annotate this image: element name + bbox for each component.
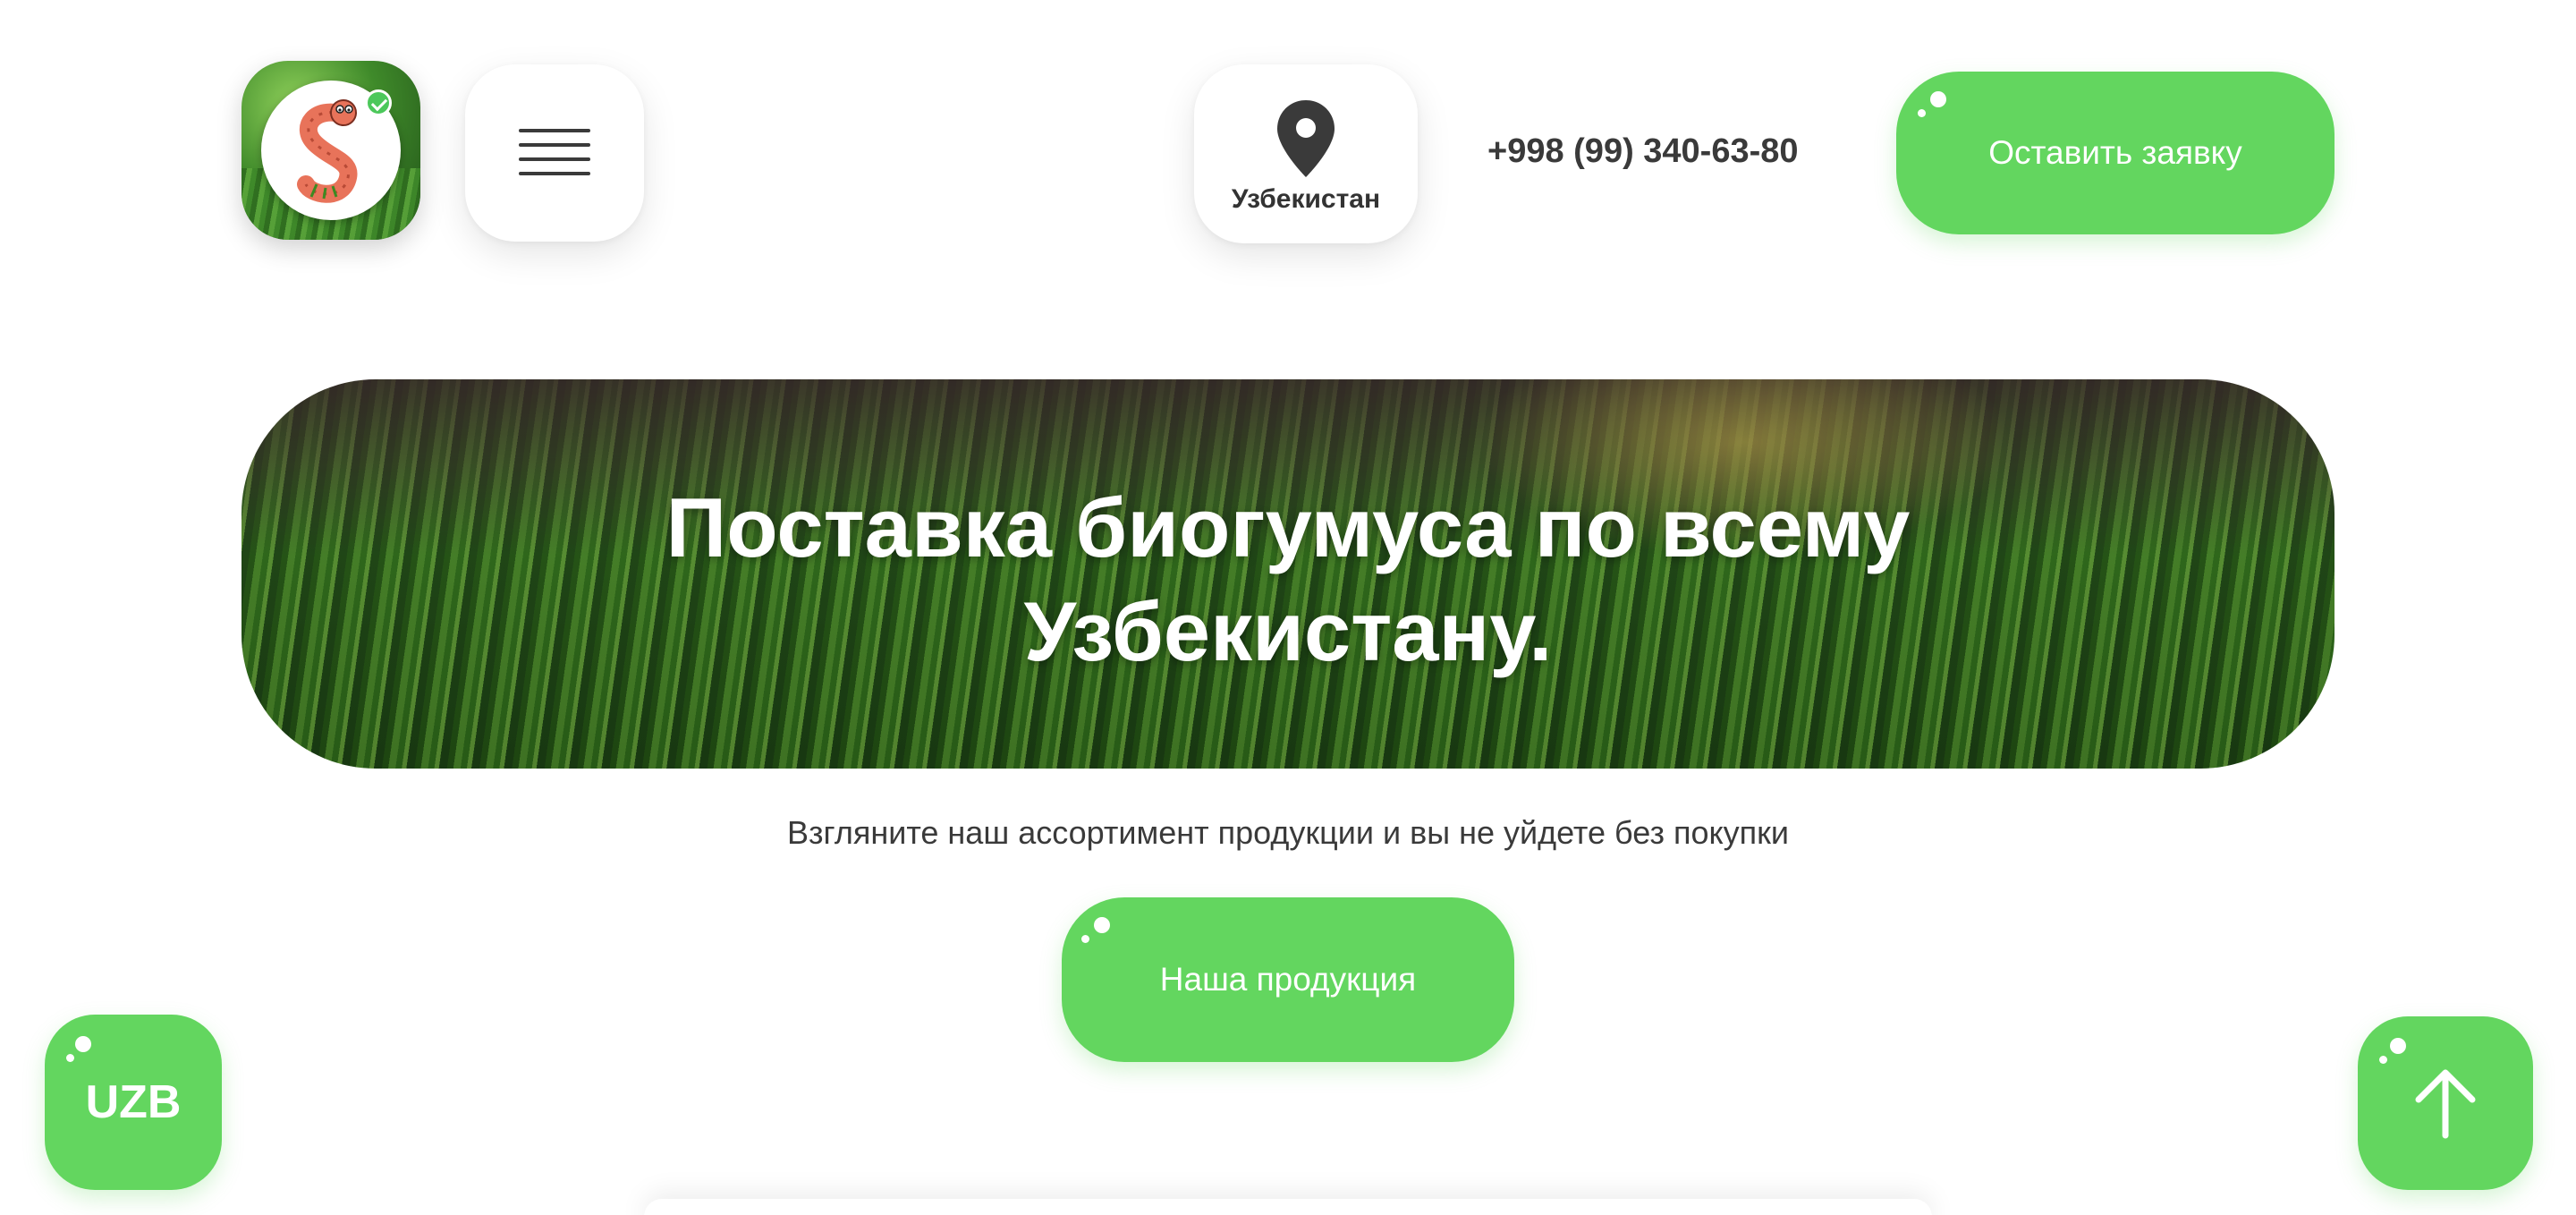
- decor-dot: [2379, 1056, 2387, 1064]
- location-selector[interactable]: Узбекистан: [1194, 64, 1418, 243]
- decor-dot: [75, 1036, 91, 1052]
- decor-dot: [1094, 917, 1110, 933]
- hero-subtitle: Взгляните наш ассортимент продукции и вы…: [786, 814, 1790, 851]
- logo[interactable]: [242, 61, 420, 240]
- our-products-label: Наша продукция: [1159, 961, 1417, 998]
- language-switch-button[interactable]: UZB: [45, 1015, 222, 1190]
- hamburger-icon: [519, 129, 590, 177]
- hero-banner: Поставка биогумуса по всему Узбекистану.: [242, 379, 2334, 769]
- verified-check-icon: [365, 89, 392, 116]
- leave-request-label: Оставить заявку: [1988, 134, 2242, 171]
- our-products-button[interactable]: Наша продукция: [1062, 897, 1514, 1062]
- leave-request-button[interactable]: Оставить заявку: [1896, 72, 2334, 234]
- decor-dot: [1081, 935, 1089, 943]
- decor-dot: [1918, 109, 1926, 117]
- location-label: Узбекистан: [1231, 184, 1381, 214]
- map-pin-icon: [1277, 100, 1335, 177]
- next-section-edge: [644, 1199, 1932, 1215]
- hero-title-line1: Поставка биогумуса по всему: [665, 480, 1911, 574]
- decor-dot: [1930, 91, 1946, 107]
- language-label: UZB: [85, 1076, 182, 1128]
- hero-title: Поставка биогумуса по всему Узбекистану.: [242, 476, 2334, 684]
- arrow-up-icon: [2415, 1069, 2476, 1139]
- scroll-to-top-button[interactable]: [2358, 1016, 2533, 1190]
- hero-title-line2: Узбекистану.: [1023, 584, 1553, 678]
- menu-button[interactable]: [465, 64, 644, 242]
- decor-dot: [2390, 1038, 2406, 1054]
- decor-dot: [66, 1054, 74, 1062]
- phone-link[interactable]: +998 (99) 340-63-80: [1487, 132, 1799, 171]
